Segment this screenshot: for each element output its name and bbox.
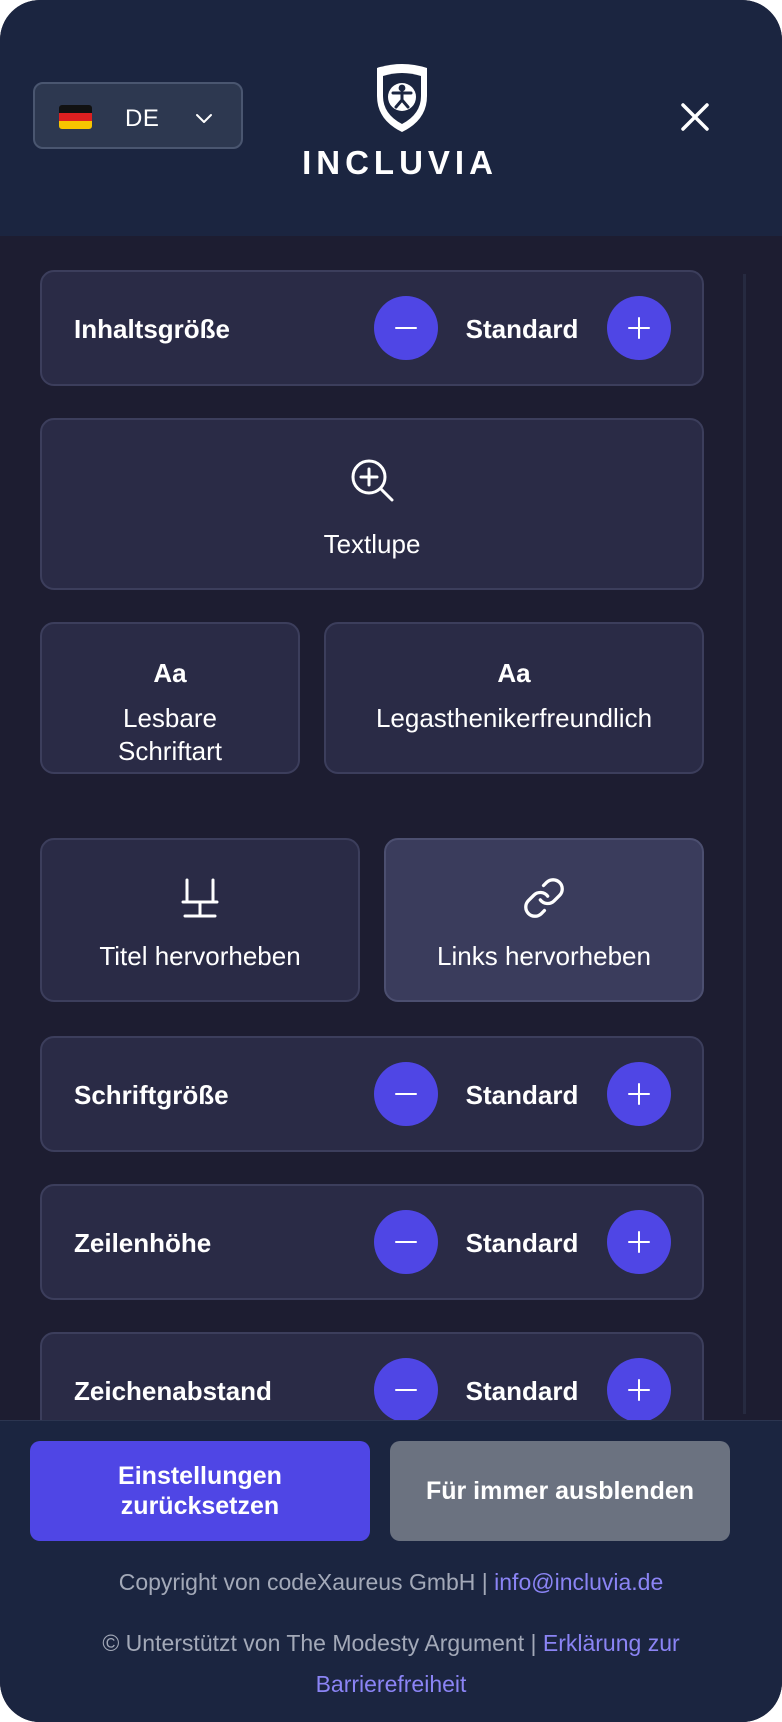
highlight-titles-toggle[interactable]: Titel hervorheben bbox=[40, 838, 360, 1002]
minus-icon bbox=[395, 1241, 417, 1243]
line-height-label: Zeilenhöhe bbox=[74, 1228, 212, 1258]
content-size-label: Inhaltsgröße bbox=[74, 314, 231, 344]
dyslexia-font-glyph: Aa bbox=[497, 658, 531, 688]
plus-icon bbox=[628, 1231, 650, 1253]
copyright-line: Copyright von codeXaureus GmbH | info@in… bbox=[0, 1569, 782, 1596]
highlight-titles-label: Titel hervorheben bbox=[99, 941, 301, 971]
font-size-decrease-button[interactable] bbox=[374, 1062, 438, 1126]
content-size-value: Standard bbox=[465, 314, 579, 344]
line-height-increase-button[interactable] bbox=[607, 1210, 671, 1274]
minus-icon bbox=[395, 1093, 417, 1095]
minus-icon bbox=[395, 1389, 417, 1391]
zoom-in-icon-wrap bbox=[42, 456, 702, 504]
readable-font-label-line2: Schriftart bbox=[117, 736, 223, 766]
font-size-control: Schriftgröße Standard bbox=[40, 1036, 704, 1152]
plus-icon bbox=[628, 1083, 650, 1105]
zoom-in-icon bbox=[351, 459, 394, 502]
shield-logo-icon bbox=[377, 64, 427, 132]
letter-spacing-decrease-button[interactable] bbox=[374, 1358, 438, 1420]
close-icon[interactable] bbox=[677, 99, 713, 135]
readable-font-toggle[interactable]: Aa Lesbare Schriftart bbox=[40, 622, 300, 774]
content-size-increase-button[interactable] bbox=[607, 296, 671, 360]
line-height-control: Zeilenhöhe Standard bbox=[40, 1184, 704, 1300]
readable-font-label-line1: Lesbare bbox=[123, 703, 217, 733]
font-size-value: Standard bbox=[465, 1080, 579, 1110]
germany-flag-icon bbox=[59, 105, 92, 129]
heading-icon-wrap bbox=[42, 878, 358, 918]
line-height-value: Standard bbox=[465, 1228, 579, 1258]
letter-spacing-value: Standard bbox=[465, 1376, 579, 1406]
dyslexia-font-label: Legasthenikerfreundlich bbox=[375, 703, 653, 733]
copyright-text: Copyright von codeXaureus GmbH | bbox=[118, 1569, 495, 1595]
font-size-increase-button[interactable] bbox=[607, 1062, 671, 1126]
scrollbar-track[interactable] bbox=[743, 274, 746, 1414]
email-link[interactable]: info@incluvia.de bbox=[494, 1569, 663, 1595]
chevron-down-icon bbox=[196, 114, 212, 123]
incluvia-logo: INCLUVIA bbox=[300, 62, 500, 181]
dyslexia-font-toggle[interactable]: Aa Legasthenikerfreundlich bbox=[324, 622, 704, 774]
highlight-links-label: Links hervorheben bbox=[437, 941, 651, 971]
panel-header: DE INCLUVIA bbox=[0, 0, 782, 236]
text-magnifier-label: Textlupe bbox=[323, 529, 421, 559]
hide-forever-button[interactable]: Für immer ausblenden bbox=[390, 1441, 730, 1541]
readable-font-glyph: Aa bbox=[153, 658, 187, 688]
accessibility-panel: DE INCLUVIA Inhaltsgröße Standard Textlu… bbox=[0, 0, 782, 1722]
support-text: © Unterstützt von The Modesty Argument | bbox=[102, 1630, 543, 1656]
link-icon-wrap bbox=[386, 876, 702, 920]
content-size-control: Inhaltsgröße Standard bbox=[40, 270, 704, 386]
panel-footer: Einstellungen zurücksetzen Für immer aus… bbox=[0, 1420, 782, 1722]
reset-label-line2: zurücksetzen bbox=[120, 1492, 280, 1520]
letter-spacing-label: Zeichenabstand bbox=[74, 1376, 272, 1406]
reset-label-line1: Einstellungen bbox=[118, 1462, 282, 1490]
letter-spacing-control: Zeichenabstand Standard bbox=[40, 1332, 704, 1420]
letter-spacing-increase-button[interactable] bbox=[607, 1358, 671, 1420]
link-icon bbox=[524, 878, 564, 918]
heading-icon bbox=[181, 878, 219, 918]
highlight-links-toggle[interactable]: Links hervorheben bbox=[384, 838, 704, 1002]
font-size-label: Schriftgröße bbox=[74, 1080, 229, 1110]
line-height-decrease-button[interactable] bbox=[374, 1210, 438, 1274]
plus-icon bbox=[628, 1379, 650, 1401]
logo-wordmark: INCLUVIA bbox=[302, 144, 498, 181]
text-magnifier-toggle[interactable]: Textlupe bbox=[40, 418, 704, 590]
settings-list[interactable]: Inhaltsgröße Standard Textlupe Aa Lesbar… bbox=[0, 236, 782, 1420]
language-code: DE bbox=[125, 105, 160, 132]
reset-settings-button[interactable]: Einstellungen zurücksetzen bbox=[30, 1441, 370, 1541]
content-size-decrease-button[interactable] bbox=[374, 296, 438, 360]
support-line: © Unterstützt von The Modesty Argument |… bbox=[40, 1623, 742, 1705]
plus-icon bbox=[628, 317, 650, 339]
minus-icon bbox=[395, 327, 417, 329]
language-selector[interactable]: DE bbox=[33, 82, 243, 149]
